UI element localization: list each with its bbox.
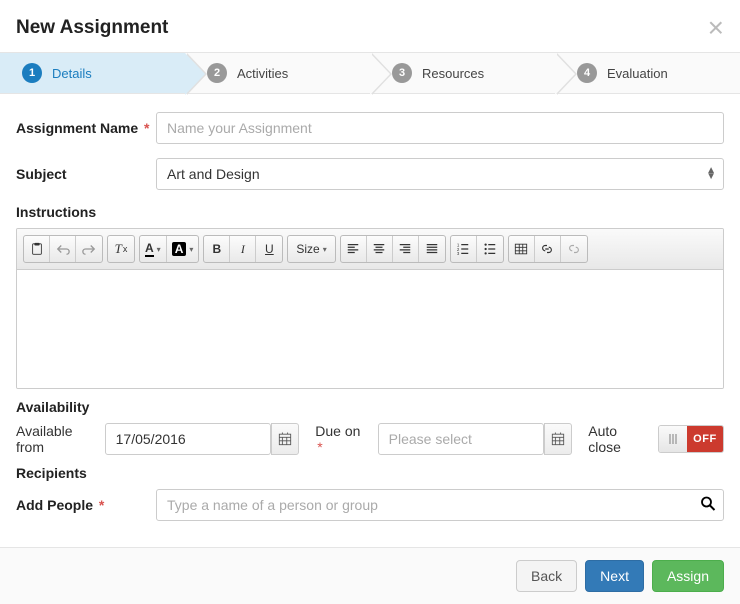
paste-button[interactable] xyxy=(24,236,50,262)
back-button[interactable]: Back xyxy=(516,560,577,592)
step-evaluation[interactable]: 4 Evaluation xyxy=(555,53,740,93)
step-activities[interactable]: 2 Activities xyxy=(185,53,370,93)
due-on-group xyxy=(378,423,573,455)
next-button[interactable]: Next xyxy=(585,560,644,592)
add-people-label: Add People * xyxy=(16,497,156,513)
step-label: Activities xyxy=(237,66,288,81)
step-number: 4 xyxy=(577,63,597,83)
auto-close-toggle[interactable]: OFF xyxy=(658,425,724,453)
auto-close-label: Auto close xyxy=(588,423,642,455)
form-details: Assignment Name * Subject Art and Design… xyxy=(0,94,740,547)
available-from-label: Available from xyxy=(16,423,89,455)
availability-label: Availability xyxy=(16,399,724,415)
close-icon[interactable]: × xyxy=(708,14,724,42)
numbered-list-button[interactable]: 123 xyxy=(451,236,477,262)
assign-button[interactable]: Assign xyxy=(652,560,724,592)
bold-button[interactable]: B xyxy=(204,236,230,262)
redo-button[interactable] xyxy=(76,236,102,262)
underline-button[interactable]: U xyxy=(256,236,282,262)
align-left-button[interactable] xyxy=(341,236,367,262)
due-on-label: Due on * xyxy=(315,423,361,455)
step-label: Details xyxy=(52,66,92,81)
subject-label: Subject xyxy=(16,166,156,182)
text-color-button[interactable]: A▾ xyxy=(140,236,167,262)
recipients-label: Recipients xyxy=(16,465,724,481)
remove-format-button[interactable]: Tx xyxy=(108,236,134,262)
available-from-input[interactable] xyxy=(105,423,271,455)
modal-header: New Assignment × xyxy=(0,0,740,52)
table-button[interactable] xyxy=(509,236,535,262)
available-from-group xyxy=(105,423,300,455)
step-resources[interactable]: 3 Resources xyxy=(370,53,555,93)
undo-button[interactable] xyxy=(50,236,76,262)
due-on-input[interactable] xyxy=(378,423,544,455)
step-number: 1 xyxy=(22,63,42,83)
step-number: 3 xyxy=(392,63,412,83)
instructions-editor[interactable] xyxy=(17,270,723,388)
unlink-button[interactable] xyxy=(561,236,587,262)
new-assignment-modal: New Assignment × 1 Details 2 Activities … xyxy=(0,0,740,604)
calendar-icon[interactable] xyxy=(271,423,300,455)
add-people-input[interactable] xyxy=(156,489,724,521)
modal-title: New Assignment xyxy=(16,17,168,39)
stepper: 1 Details 2 Activities 3 Resources 4 Eva… xyxy=(0,52,740,94)
assignment-name-label: Assignment Name * xyxy=(16,120,156,136)
align-justify-button[interactable] xyxy=(419,236,445,262)
link-button[interactable] xyxy=(535,236,561,262)
step-number: 2 xyxy=(207,63,227,83)
assignment-name-input[interactable] xyxy=(156,112,724,144)
search-icon[interactable] xyxy=(700,496,716,515)
italic-button[interactable]: I xyxy=(230,236,256,262)
modal-footer: Back Next Assign xyxy=(0,547,740,604)
rich-text-editor: Tx A▾ A▾ B I U Size▾ xyxy=(16,228,724,389)
step-label: Resources xyxy=(422,66,484,81)
align-right-button[interactable] xyxy=(393,236,419,262)
bullet-list-button[interactable] xyxy=(477,236,503,262)
required-mark: * xyxy=(99,497,104,513)
font-size-button[interactable]: Size▾ xyxy=(288,236,334,262)
align-center-button[interactable] xyxy=(367,236,393,262)
subject-select[interactable]: Art and Design xyxy=(156,158,724,190)
bg-color-button[interactable]: A▾ xyxy=(167,236,199,262)
required-mark: * xyxy=(144,120,149,136)
step-details[interactable]: 1 Details xyxy=(0,53,185,93)
required-mark: * xyxy=(317,439,322,455)
instructions-label: Instructions xyxy=(16,204,724,220)
step-label: Evaluation xyxy=(607,66,668,81)
editor-toolbar: Tx A▾ A▾ B I U Size▾ xyxy=(17,229,723,270)
svg-text:3: 3 xyxy=(457,251,460,256)
calendar-icon[interactable] xyxy=(544,423,573,455)
subject-select-wrap: Art and Design ▲▼ xyxy=(156,158,724,190)
toggle-handle-icon xyxy=(659,426,687,452)
toggle-off-label: OFF xyxy=(687,426,723,452)
